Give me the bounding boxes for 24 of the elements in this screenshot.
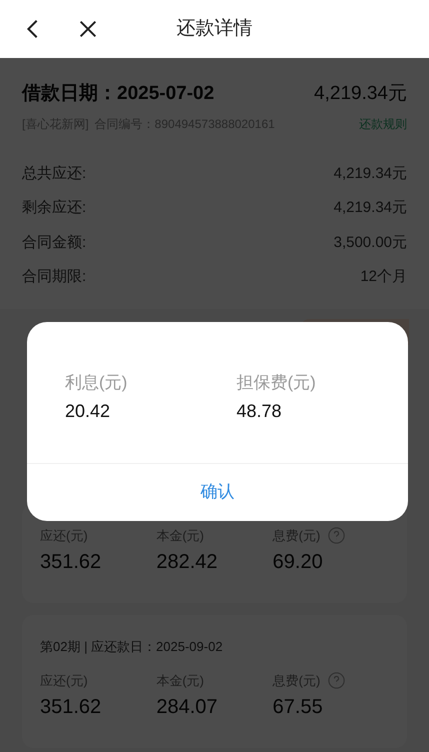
loan-amount: 4,219.34元 bbox=[314, 82, 407, 106]
amount-value: 69.20 bbox=[272, 550, 324, 575]
detail-value: 3,500.00元 bbox=[334, 232, 407, 252]
detail-value: 12个月 bbox=[360, 267, 407, 287]
loan-date: 借款日期：2025-07-02 bbox=[22, 82, 214, 106]
detail-label: 剩余应还: bbox=[22, 198, 86, 218]
fee-value: 20.42 bbox=[65, 400, 112, 422]
fee-label: 利息(元) bbox=[65, 372, 128, 394]
installment-heading: 第02期 | 应还款日：2025-09-02 bbox=[40, 638, 224, 656]
confirm-button[interactable]: 确认 bbox=[194, 479, 240, 505]
amount-value: 282.42 bbox=[156, 550, 218, 575]
fee-label: 担保费(元) bbox=[236, 372, 317, 394]
close-icon[interactable] bbox=[77, 18, 99, 40]
detail-label: 总共应还: bbox=[22, 164, 86, 184]
detail-value: 4,219.34元 bbox=[334, 198, 407, 218]
page-title: 还款详情 bbox=[176, 16, 254, 41]
amount-value: 351.62 bbox=[40, 550, 102, 575]
amount-value: 67.55 bbox=[272, 695, 324, 720]
detail-label: 合同金额: bbox=[22, 232, 86, 252]
fee-value: 48.78 bbox=[236, 400, 283, 422]
amount-value: 284.07 bbox=[156, 695, 218, 720]
detail-value: 4,219.34元 bbox=[334, 164, 407, 184]
detail-label: 合同期限: bbox=[22, 267, 86, 287]
amount-value: 351.62 bbox=[40, 695, 102, 720]
